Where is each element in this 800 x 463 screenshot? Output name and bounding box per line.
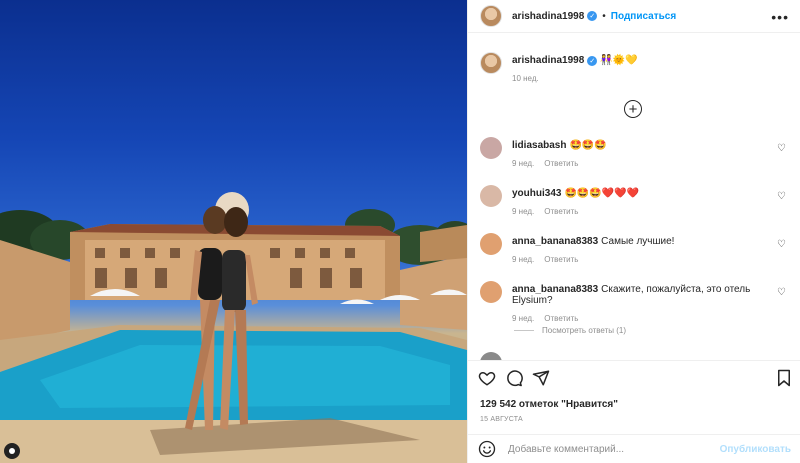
comment-time: 9 нед.	[512, 159, 535, 168]
post-panel: arishadina1998 ✓ • Подписаться ••• arish…	[467, 0, 800, 463]
likes-count[interactable]: 129 542 отметок "Нравится"	[480, 399, 618, 410]
comment-username[interactable]: anna_banana8383	[512, 284, 598, 295]
post-photo[interactable]	[0, 0, 467, 463]
comment-item: anna_banana8383 Самые лучшие! 9 нед. Ответ…	[480, 233, 790, 264]
caption-time: 10 нед.	[512, 74, 539, 83]
comment-username[interactable]: youhui343	[512, 188, 561, 199]
comment-avatar[interactable]	[480, 137, 502, 159]
plus-icon: +	[628, 100, 638, 118]
verified-icon: ✓	[587, 55, 598, 66]
reply-button[interactable]: Ответить	[544, 255, 578, 264]
comment-item-partial	[480, 352, 502, 360]
share-icon[interactable]	[532, 369, 550, 387]
replies-divider	[514, 330, 534, 331]
comment-item: anna_banana8383 Скажите, пожалуйста, это …	[480, 281, 790, 323]
comment-item: lidiasabash 🤩🤩🤩 9 нед. Ответить ♡	[480, 137, 790, 168]
comment-text: 🤩🤩🤩❤️❤️❤️	[564, 188, 640, 199]
author-avatar[interactable]	[480, 5, 502, 27]
caption-avatar[interactable]	[480, 52, 502, 74]
view-replies-label: Посмотреть ответы (1)	[542, 326, 627, 335]
post-header: arishadina1998 ✓ • Подписаться •••	[468, 0, 800, 33]
like-comment-heart-icon[interactable]: ♡	[777, 287, 786, 298]
like-comment-heart-icon[interactable]: ♡	[777, 143, 786, 154]
like-comment-heart-icon[interactable]: ♡	[777, 191, 786, 202]
comment-avatar[interactable]	[480, 352, 502, 360]
more-options-icon[interactable]: •••	[771, 9, 789, 25]
verified-icon: ✓	[587, 11, 598, 21]
caption-username[interactable]: arishadina1998	[512, 55, 584, 66]
comment-avatar[interactable]	[480, 281, 502, 303]
comment-username[interactable]: lidiasabash	[512, 140, 566, 151]
reply-button[interactable]: Ответить	[544, 314, 578, 323]
bookmark-icon[interactable]	[775, 369, 793, 387]
comment-time: 9 нед.	[512, 207, 535, 216]
reply-button[interactable]: Ответить	[544, 207, 578, 216]
publish-button[interactable]: Опубликовать	[720, 444, 791, 455]
author-username[interactable]: arishadina1998	[512, 11, 584, 22]
photo-illustration	[0, 192, 467, 463]
reply-button[interactable]: Ответить	[544, 159, 578, 168]
comment-input[interactable]	[508, 443, 720, 455]
user-icon	[9, 448, 15, 454]
like-comment-heart-icon[interactable]: ♡	[777, 239, 786, 250]
separator-dot: •	[602, 10, 606, 22]
tagged-users-icon[interactable]	[4, 443, 20, 459]
comment-time: 9 нед.	[512, 255, 535, 264]
post-actions: 129 542 отметок "Нравится" 15 АВГУСТА	[468, 360, 800, 434]
add-comment-bar: Опубликовать	[468, 434, 800, 463]
comment-item: youhui343 🤩🤩🤩❤️❤️❤️ 9 нед. Ответить ♡	[480, 185, 790, 216]
comments-list[interactable]: arishadina1998 ✓ 👭🌞💛 10 нед. + lidiasaba…	[468, 34, 800, 360]
comment-text: Самые лучшие!	[601, 236, 675, 247]
comment-text: 🤩🤩🤩	[569, 140, 607, 151]
load-more-comments-button[interactable]: +	[624, 100, 642, 118]
like-heart-icon[interactable]	[478, 369, 496, 387]
post-date[interactable]: 15 АВГУСТА	[480, 416, 523, 423]
follow-button[interactable]: Подписаться	[611, 11, 676, 22]
emoji-smile-icon[interactable]	[478, 440, 496, 458]
comment-avatar[interactable]	[480, 233, 502, 255]
post-caption: arishadina1998 ✓ 👭🌞💛 10 нед.	[480, 52, 638, 83]
caption-text: 👭🌞💛	[600, 55, 638, 66]
comment-time: 9 нед.	[512, 314, 535, 323]
comment-avatar[interactable]	[480, 185, 502, 207]
comment-bubble-icon[interactable]	[505, 369, 523, 387]
comment-username[interactable]: anna_banana8383	[512, 236, 598, 247]
view-replies-button[interactable]: Посмотреть ответы (1)	[514, 326, 626, 335]
